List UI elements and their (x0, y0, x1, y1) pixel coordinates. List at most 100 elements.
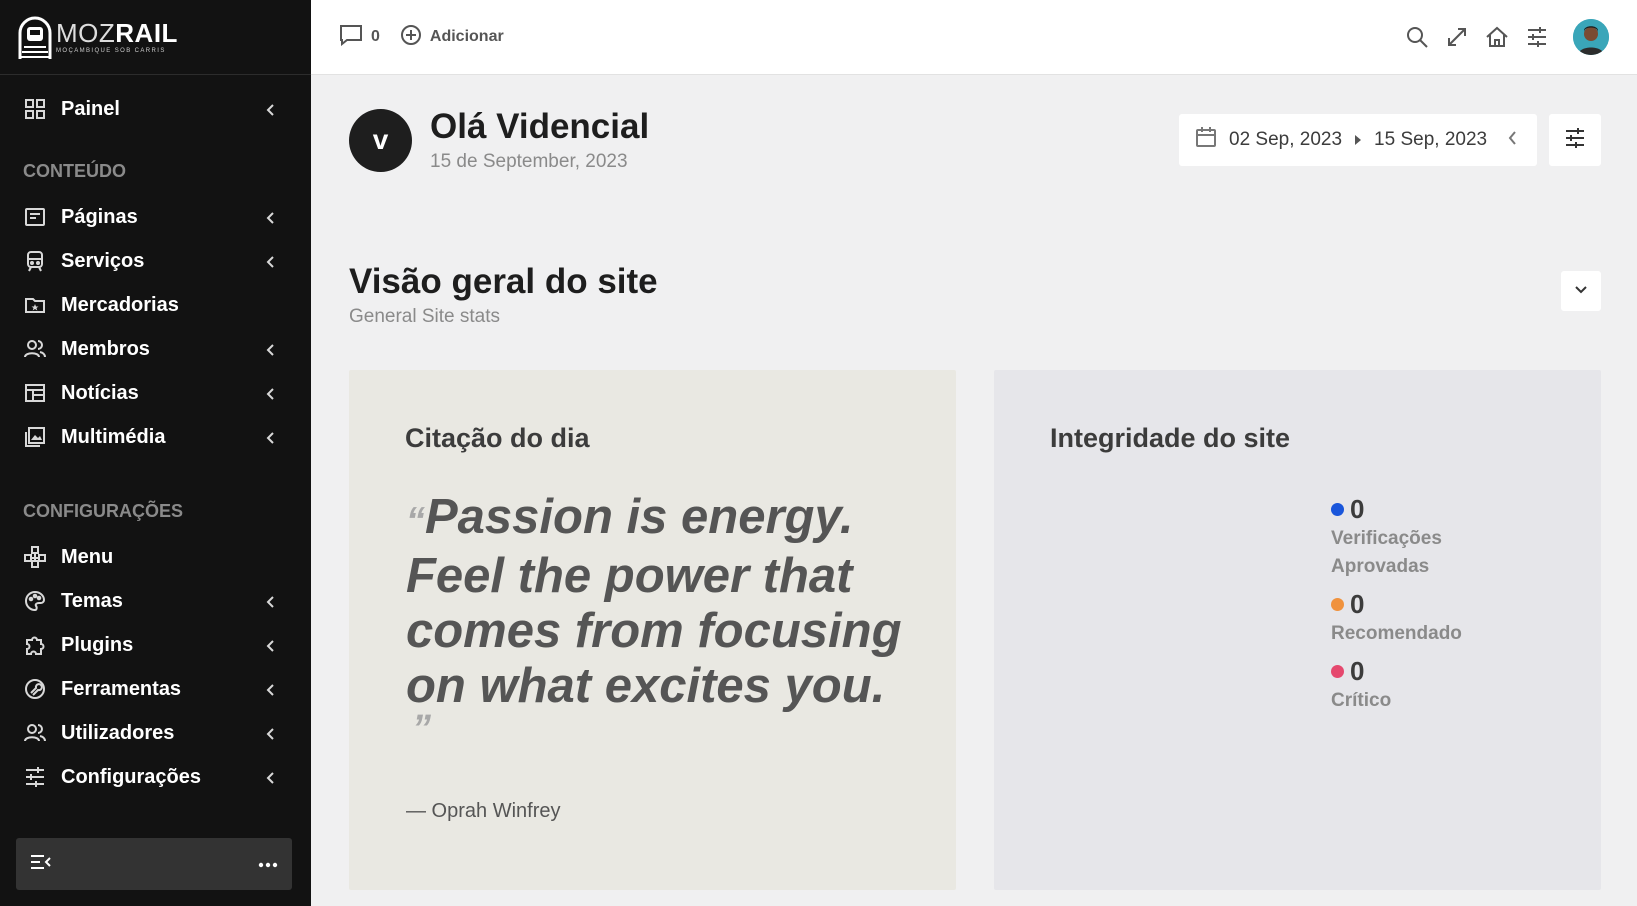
chevron-left-icon (265, 683, 277, 696)
sliders-icon (23, 765, 47, 789)
home-icon[interactable] (1485, 25, 1509, 49)
greeting-date: 15 de September, 2023 (430, 150, 628, 172)
fullscreen-icon[interactable] (1445, 25, 1469, 49)
legend-value: 0 (1350, 656, 1365, 686)
sidebar-footer (16, 838, 292, 890)
site-health-title: Integridade do site (1050, 423, 1291, 453)
chevron-left-icon (265, 595, 277, 608)
chevron-left-icon (265, 771, 277, 784)
date-range-picker[interactable]: 02 Sep, 2023 15 Sep, 2023 (1179, 114, 1537, 166)
more-dots-icon[interactable] (258, 855, 278, 873)
tools-icon (23, 677, 47, 701)
collapse-section-button[interactable] (1561, 271, 1601, 311)
quote-card-title: Citação do dia (405, 423, 590, 453)
train-logo-icon (16, 15, 54, 59)
chevron-left-icon (265, 387, 277, 400)
sidebar-item-label: Páginas (61, 205, 138, 228)
comments-count: 0 (371, 28, 380, 45)
sidebar-item-label: Painel (61, 97, 120, 120)
people-icon (23, 337, 47, 361)
chevron-down-icon (1574, 282, 1588, 300)
add-new-label: Adicionar (429, 28, 504, 45)
sidebar-item-label: Ferramentas (61, 677, 182, 700)
filter-button[interactable] (1549, 114, 1601, 166)
calendar-icon (1195, 126, 1217, 154)
sidebar: MOZRAIL MOÇAMBIQUE SOB CARRIS Painel CON… (0, 0, 311, 906)
news-icon (23, 381, 47, 405)
sidebar-item-label: Menu (61, 545, 114, 568)
sidebar-item-label: Serviços (61, 249, 145, 272)
sidebar-item-label: Mercadorias (61, 293, 179, 316)
comments-button[interactable]: 0 (339, 24, 380, 51)
palette-icon (23, 589, 47, 613)
sidebar-item-paginas[interactable]: Páginas (0, 195, 311, 239)
user-avatar[interactable] (1573, 19, 1609, 55)
brand-tagline: MOÇAMBIQUE SOB CARRIS (56, 48, 166, 54)
sliders-icon[interactable] (1525, 25, 1549, 49)
overview-title: Visão geral do site (349, 262, 658, 301)
sidebar-item-multimedia[interactable]: Multimédia (0, 415, 311, 459)
legend-dot (1331, 665, 1344, 678)
sidebar-item-servicos[interactable]: Serviços (0, 239, 311, 283)
sidebar-item-noticias[interactable]: Notícias (0, 371, 311, 415)
sidebar-item-label: Plugins (61, 633, 134, 656)
chevron-left-icon (265, 343, 277, 356)
section-title-content: CONTEÚDO (23, 160, 126, 181)
caret-right-icon (1354, 129, 1362, 151)
main-content: v Olá Videncial 15 de September, 2023 02… (311, 76, 1637, 906)
legend-label: Verificações Aprovadas (1331, 528, 1442, 577)
legend-label: Recomendado (1331, 623, 1462, 644)
brand-word-thin: MOZ (56, 18, 116, 48)
images-icon (23, 425, 47, 449)
brand-word-bold: RAIL (115, 18, 178, 48)
plus-circle-icon (400, 24, 422, 51)
site-health-card: Integridade do site 0 Verificações Aprov… (994, 370, 1601, 890)
sidebar-item-painel[interactable]: Painel (0, 87, 311, 131)
comment-icon (339, 24, 363, 51)
sidebar-item-configuracoes[interactable]: Configurações (0, 755, 311, 799)
sidebar-item-label: Temas (61, 589, 123, 612)
page-icon (23, 205, 47, 229)
overview-header: Visão geral do site General Site stats (349, 262, 658, 328)
sidebar-item-membros[interactable]: Membros (0, 327, 311, 371)
date-range-start: 02 Sep, 2023 (1229, 129, 1343, 150)
chevron-left-icon[interactable] (1507, 129, 1519, 151)
avatar: v (349, 108, 412, 172)
quote-open-mark: “ (406, 500, 425, 542)
add-new-button[interactable]: Adicionar (400, 24, 504, 51)
chevron-left-icon (265, 255, 277, 268)
overview-subtitle: General Site stats (349, 306, 501, 327)
sidebar-nav: Painel CONTEÚDO Páginas Serviços Mercado… (0, 75, 311, 799)
quote-card: Citação do dia “Passion is energy. Feel … (349, 370, 956, 890)
brand-logo[interactable]: MOZRAIL MOÇAMBIQUE SOB CARRIS (0, 0, 311, 75)
sidebar-item-ferramentas[interactable]: Ferramentas (0, 667, 311, 711)
legend-dot (1331, 598, 1344, 611)
sidebar-item-mercadorias[interactable]: Mercadorias (0, 283, 311, 327)
users-icon (23, 721, 47, 745)
sidebar-item-label: Membros (61, 337, 150, 360)
sliders-icon (1564, 127, 1586, 154)
quote-text: Passion is energy. Feel the power that c… (406, 490, 902, 713)
chevron-left-icon (265, 431, 277, 444)
sidebar-item-utilizadores[interactable]: Utilizadores (0, 711, 311, 755)
quote-author: — Oprah Winfrey (406, 800, 561, 822)
sidebar-item-label: Utilizadores (61, 721, 175, 744)
legend-item: 0 Crítico (1331, 656, 1481, 715)
sidebar-item-plugins[interactable]: Plugins (0, 623, 311, 667)
section-title-settings: CONFIGURAÇÕES (23, 500, 184, 521)
legend-dot (1331, 503, 1344, 516)
search-icon[interactable] (1405, 25, 1429, 49)
collapse-menu-icon[interactable] (30, 853, 52, 876)
greeting: v Olá Videncial 15 de September, 2023 (349, 107, 650, 173)
train-icon (23, 249, 47, 273)
sidebar-item-menu[interactable]: Menu (0, 535, 311, 579)
page-title: Olá Videncial (430, 107, 650, 146)
health-legend: 0 Verificações Aprovadas 0 Recomendado 0… (1331, 494, 1481, 723)
legend-value: 0 (1350, 494, 1365, 524)
sidebar-item-label: Multimédia (61, 425, 166, 448)
menu-tree-icon (23, 545, 47, 569)
sidebar-item-label: Notícias (61, 381, 139, 404)
sidebar-item-temas[interactable]: Temas (0, 579, 311, 623)
legend-item: 0 Recomendado (1331, 589, 1481, 648)
quote-close-mark: ” (412, 708, 431, 750)
